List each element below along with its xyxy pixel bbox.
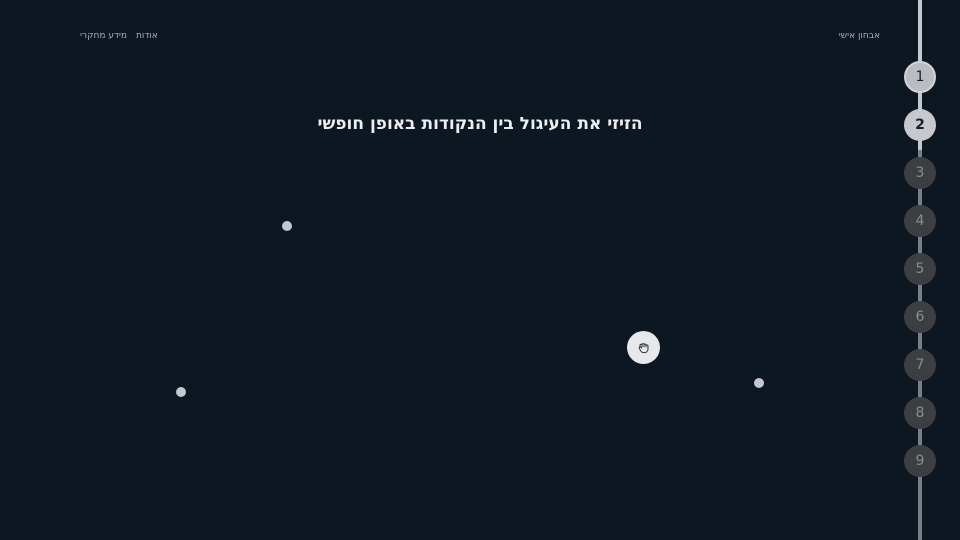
nav-about-link[interactable]: אודות	[136, 31, 158, 41]
step-2-current[interactable]: 2	[904, 109, 936, 141]
step-6[interactable]: 6	[904, 301, 936, 333]
draggable-circle[interactable]	[627, 331, 660, 364]
step-8[interactable]: 8	[904, 397, 936, 429]
instruction-heading: הזיזי את העיגול בין הנקודות באופן חופשי	[317, 114, 643, 134]
target-dot	[282, 221, 292, 231]
step-3[interactable]: 3	[904, 157, 936, 189]
target-dot	[176, 387, 186, 397]
step-5[interactable]: 5	[904, 253, 936, 285]
target-dot	[754, 378, 764, 388]
step-4[interactable]: 4	[904, 205, 936, 237]
step-1[interactable]: 1	[904, 61, 936, 93]
step-9[interactable]: 9	[904, 445, 936, 477]
page: אבחון אישי אודות מידע מחקרי הזיזי את העי…	[0, 0, 960, 540]
grab-hand-icon	[638, 342, 648, 353]
brand-link[interactable]: אבחון אישי	[839, 31, 880, 41]
nav-research-link[interactable]: מידע מחקרי	[80, 31, 127, 41]
step-7[interactable]: 7	[904, 349, 936, 381]
